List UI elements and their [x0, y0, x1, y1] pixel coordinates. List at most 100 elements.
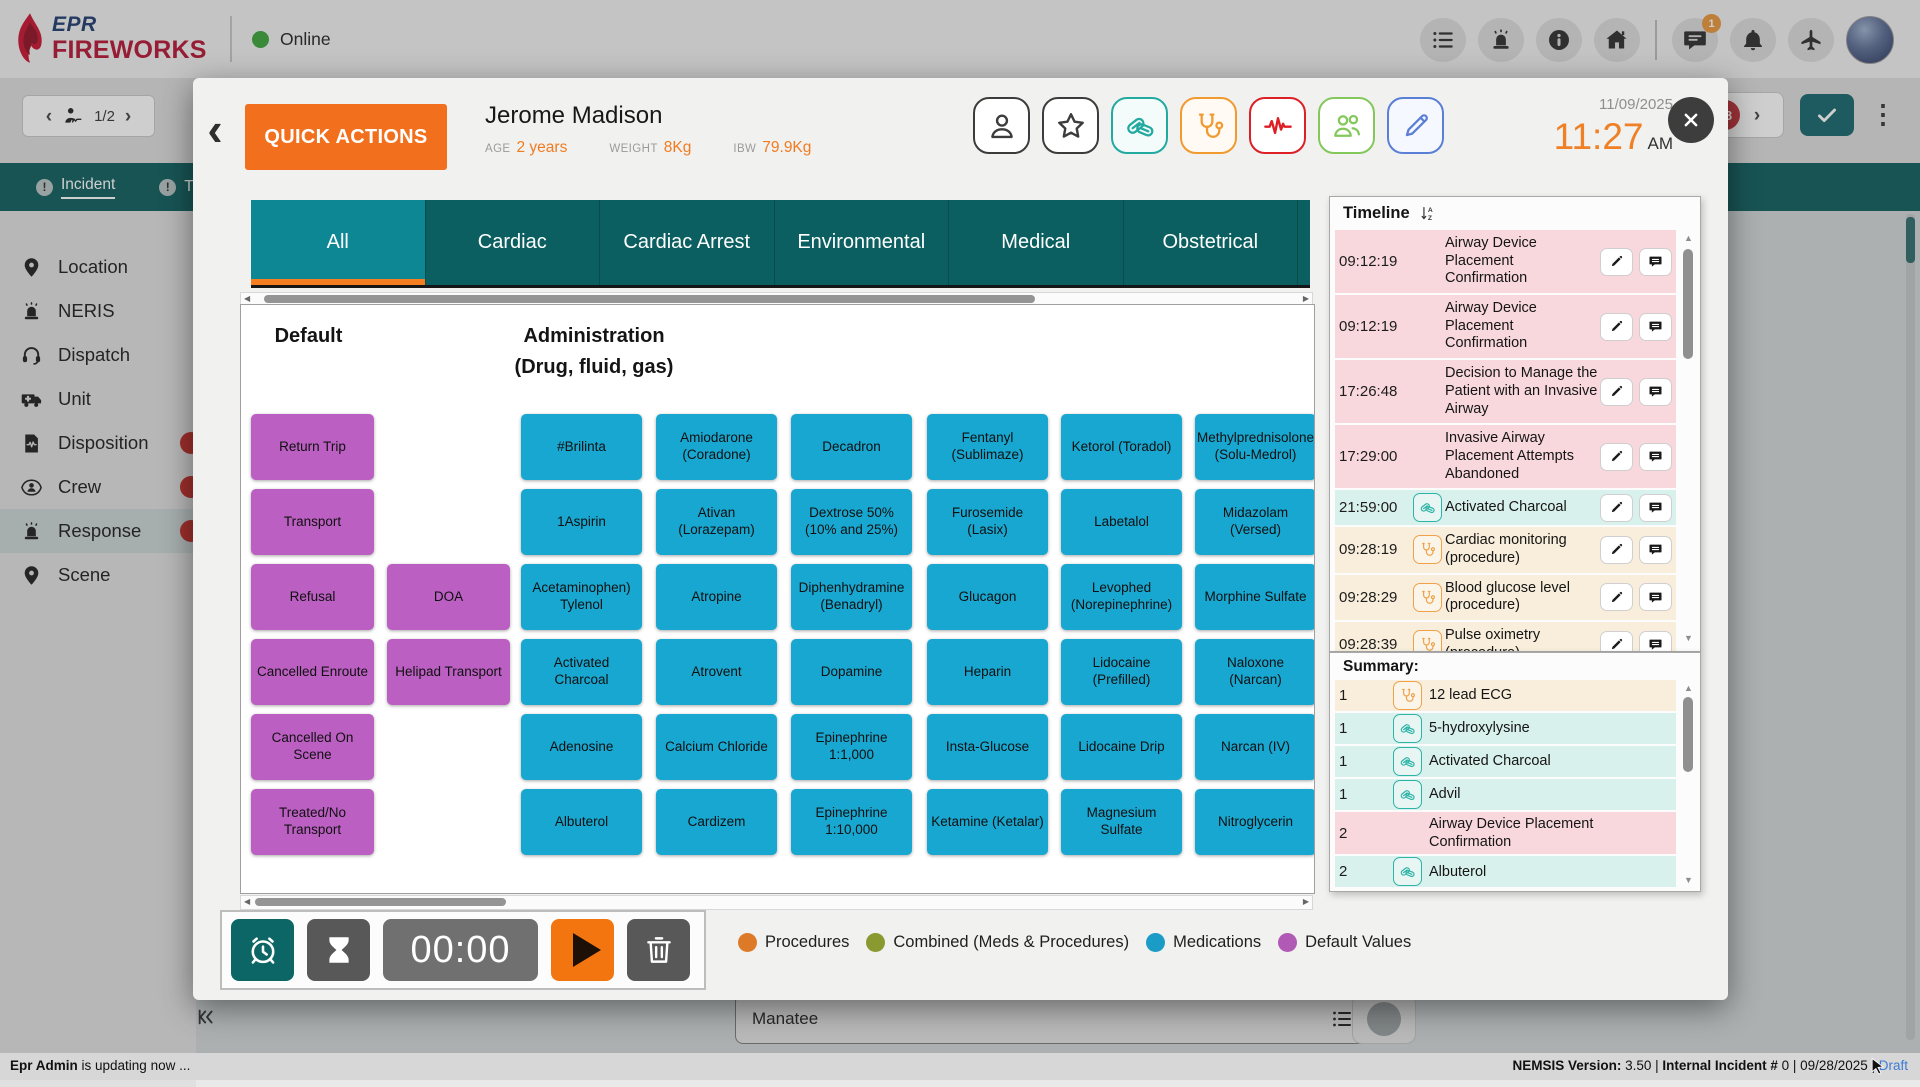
- hourglass-button[interactable]: [307, 919, 370, 981]
- scroll-down-arrow[interactable]: ▼: [1681, 633, 1696, 643]
- grid-button-label: Calcium Chloride: [665, 739, 768, 756]
- medication-button[interactable]: #Brilinta: [521, 414, 642, 480]
- medication-button[interactable]: Insta-Glucose: [927, 714, 1048, 780]
- medication-button[interactable]: Albuterol: [521, 789, 642, 855]
- medication-button[interactable]: Calcium Chloride: [656, 714, 777, 780]
- scrollbar-thumb[interactable]: [1683, 249, 1693, 359]
- stethoscope-button[interactable]: [1180, 97, 1237, 154]
- sort-az-icon[interactable]: AZ: [1418, 204, 1437, 223]
- scroll-left-arrow[interactable]: ◀: [244, 294, 250, 304]
- medication-button[interactable]: 1Aspirin: [521, 489, 642, 555]
- comment-entry-button[interactable]: [1639, 313, 1672, 341]
- scrollbar-thumb[interactable]: [1683, 697, 1693, 772]
- edit-entry-button[interactable]: [1600, 313, 1633, 341]
- medication-button[interactable]: Ativan (Lorazepam): [656, 489, 777, 555]
- grid-button-label: Ketorol (Toradol): [1072, 439, 1172, 456]
- tab-medical[interactable]: Medical: [949, 200, 1124, 285]
- back-button[interactable]: ‹: [199, 106, 231, 152]
- medication-button[interactable]: Fentanyl (Sublimaze): [927, 414, 1048, 480]
- tab-environmental[interactable]: Environmental: [775, 200, 950, 285]
- medication-button[interactable]: Atrovent: [656, 639, 777, 705]
- play-button[interactable]: [551, 919, 614, 981]
- medication-button[interactable]: Atropine: [656, 564, 777, 630]
- delete-timer-button[interactable]: [627, 919, 690, 981]
- default-action-button[interactable]: DOA: [387, 564, 510, 630]
- scroll-up-arrow[interactable]: ▲: [1681, 683, 1696, 693]
- medication-button[interactable]: Naloxone (Narcan): [1195, 639, 1315, 705]
- timeline-scrollbar[interactable]: ▲ ▼: [1681, 233, 1696, 643]
- comment-icon: [1648, 449, 1663, 464]
- comment-entry-button[interactable]: [1639, 536, 1672, 564]
- star-button[interactable]: [1042, 97, 1099, 154]
- medication-button[interactable]: Epinephrine 1:10,000: [791, 789, 912, 855]
- scroll-down-arrow[interactable]: ▼: [1681, 875, 1696, 885]
- medication-button[interactable]: Heparin: [927, 639, 1048, 705]
- pen-button[interactable]: [1387, 97, 1444, 154]
- medication-button[interactable]: Acetaminophen) Tylenol: [521, 564, 642, 630]
- ecg-button[interactable]: [1249, 97, 1306, 154]
- medication-button[interactable]: Labetalol: [1061, 489, 1182, 555]
- medication-button[interactable]: Narcan (IV): [1195, 714, 1315, 780]
- edit-entry-button[interactable]: [1600, 248, 1633, 276]
- scrollbar-thumb[interactable]: [255, 898, 506, 906]
- medication-button[interactable]: Glucagon: [927, 564, 1048, 630]
- edit-entry-button[interactable]: [1600, 583, 1633, 611]
- scroll-left-arrow[interactable]: ◀: [244, 897, 250, 907]
- edit-entry-button[interactable]: [1600, 536, 1633, 564]
- medication-button[interactable]: Lidocaine (Prefilled): [1061, 639, 1182, 705]
- status-user: Epr Admin: [10, 1058, 78, 1073]
- comment-entry-button[interactable]: [1639, 443, 1672, 471]
- alarm-clock-button[interactable]: [231, 919, 294, 981]
- medication-button[interactable]: Decadron: [791, 414, 912, 480]
- default-action-button[interactable]: Helipad Transport: [387, 639, 510, 705]
- medication-button[interactable]: Nitroglycerin: [1195, 789, 1315, 855]
- medication-button[interactable]: Diphenhydramine (Benadryl): [791, 564, 912, 630]
- medication-button[interactable]: Ketorol (Toradol): [1061, 414, 1182, 480]
- default-action-button[interactable]: Cancelled On Scene: [251, 714, 374, 780]
- close-button[interactable]: [1668, 97, 1714, 143]
- tab-cardiac[interactable]: Cardiac: [426, 200, 601, 285]
- medication-button[interactable]: Ketamine (Ketalar): [927, 789, 1048, 855]
- medication-button[interactable]: Furosemide (Lasix): [927, 489, 1048, 555]
- comment-entry-button[interactable]: [1639, 494, 1672, 522]
- comment-entry-button[interactable]: [1639, 378, 1672, 406]
- scroll-right-arrow[interactable]: ▶: [1303, 294, 1309, 304]
- default-action-button[interactable]: Transport: [251, 489, 374, 555]
- comment-entry-button[interactable]: [1639, 631, 1672, 651]
- edit-entry-button[interactable]: [1600, 378, 1633, 406]
- medication-button[interactable]: Midazolam (Versed): [1195, 489, 1315, 555]
- medication-button[interactable]: Dextrose 50% (10% and 25%): [791, 489, 912, 555]
- person-button[interactable]: [973, 97, 1030, 154]
- default-action-button[interactable]: Cancelled Enroute: [251, 639, 374, 705]
- group-button[interactable]: [1318, 97, 1375, 154]
- edit-entry-button[interactable]: [1600, 494, 1633, 522]
- summary-scrollbar[interactable]: ▲ ▼: [1681, 683, 1696, 885]
- grid-horizontal-scrollbar[interactable]: ◀ ▶: [240, 895, 1313, 910]
- comment-entry-button[interactable]: [1639, 583, 1672, 611]
- tab-all[interactable]: All: [251, 200, 426, 285]
- default-action-button[interactable]: Treated/No Transport: [251, 789, 374, 855]
- medication-button[interactable]: Levophed (Norepinephrine): [1061, 564, 1182, 630]
- medication-button[interactable]: Dopamine: [791, 639, 912, 705]
- tab-cardiac-arrest[interactable]: Cardiac Arrest: [600, 200, 775, 285]
- tab-obstetrical[interactable]: Obstetrical: [1124, 200, 1299, 285]
- scroll-right-arrow[interactable]: ▶: [1303, 897, 1309, 907]
- comment-entry-button[interactable]: [1639, 248, 1672, 276]
- default-action-button[interactable]: Return Trip: [251, 414, 374, 480]
- scrollbar-thumb[interactable]: [264, 295, 1035, 303]
- quick-actions-button[interactable]: QUICK ACTIONS: [245, 104, 447, 170]
- pills-button[interactable]: [1111, 97, 1168, 154]
- medication-button[interactable]: Magnesium Sulfate: [1061, 789, 1182, 855]
- medication-button[interactable]: Methylprednisolone (Solu-Medrol): [1195, 414, 1315, 480]
- medication-button[interactable]: Amiodarone (Coradone): [656, 414, 777, 480]
- medication-button[interactable]: Epinephrine 1:1,000: [791, 714, 912, 780]
- edit-entry-button[interactable]: [1600, 631, 1633, 651]
- medication-button[interactable]: Morphine Sulfate: [1195, 564, 1315, 630]
- default-action-button[interactable]: Refusal: [251, 564, 374, 630]
- scroll-up-arrow[interactable]: ▲: [1681, 233, 1696, 243]
- medication-button[interactable]: Cardizem: [656, 789, 777, 855]
- medication-button[interactable]: Adenosine: [521, 714, 642, 780]
- medication-button[interactable]: Activated Charcoal: [521, 639, 642, 705]
- medication-button[interactable]: Lidocaine Drip: [1061, 714, 1182, 780]
- edit-entry-button[interactable]: [1600, 443, 1633, 471]
